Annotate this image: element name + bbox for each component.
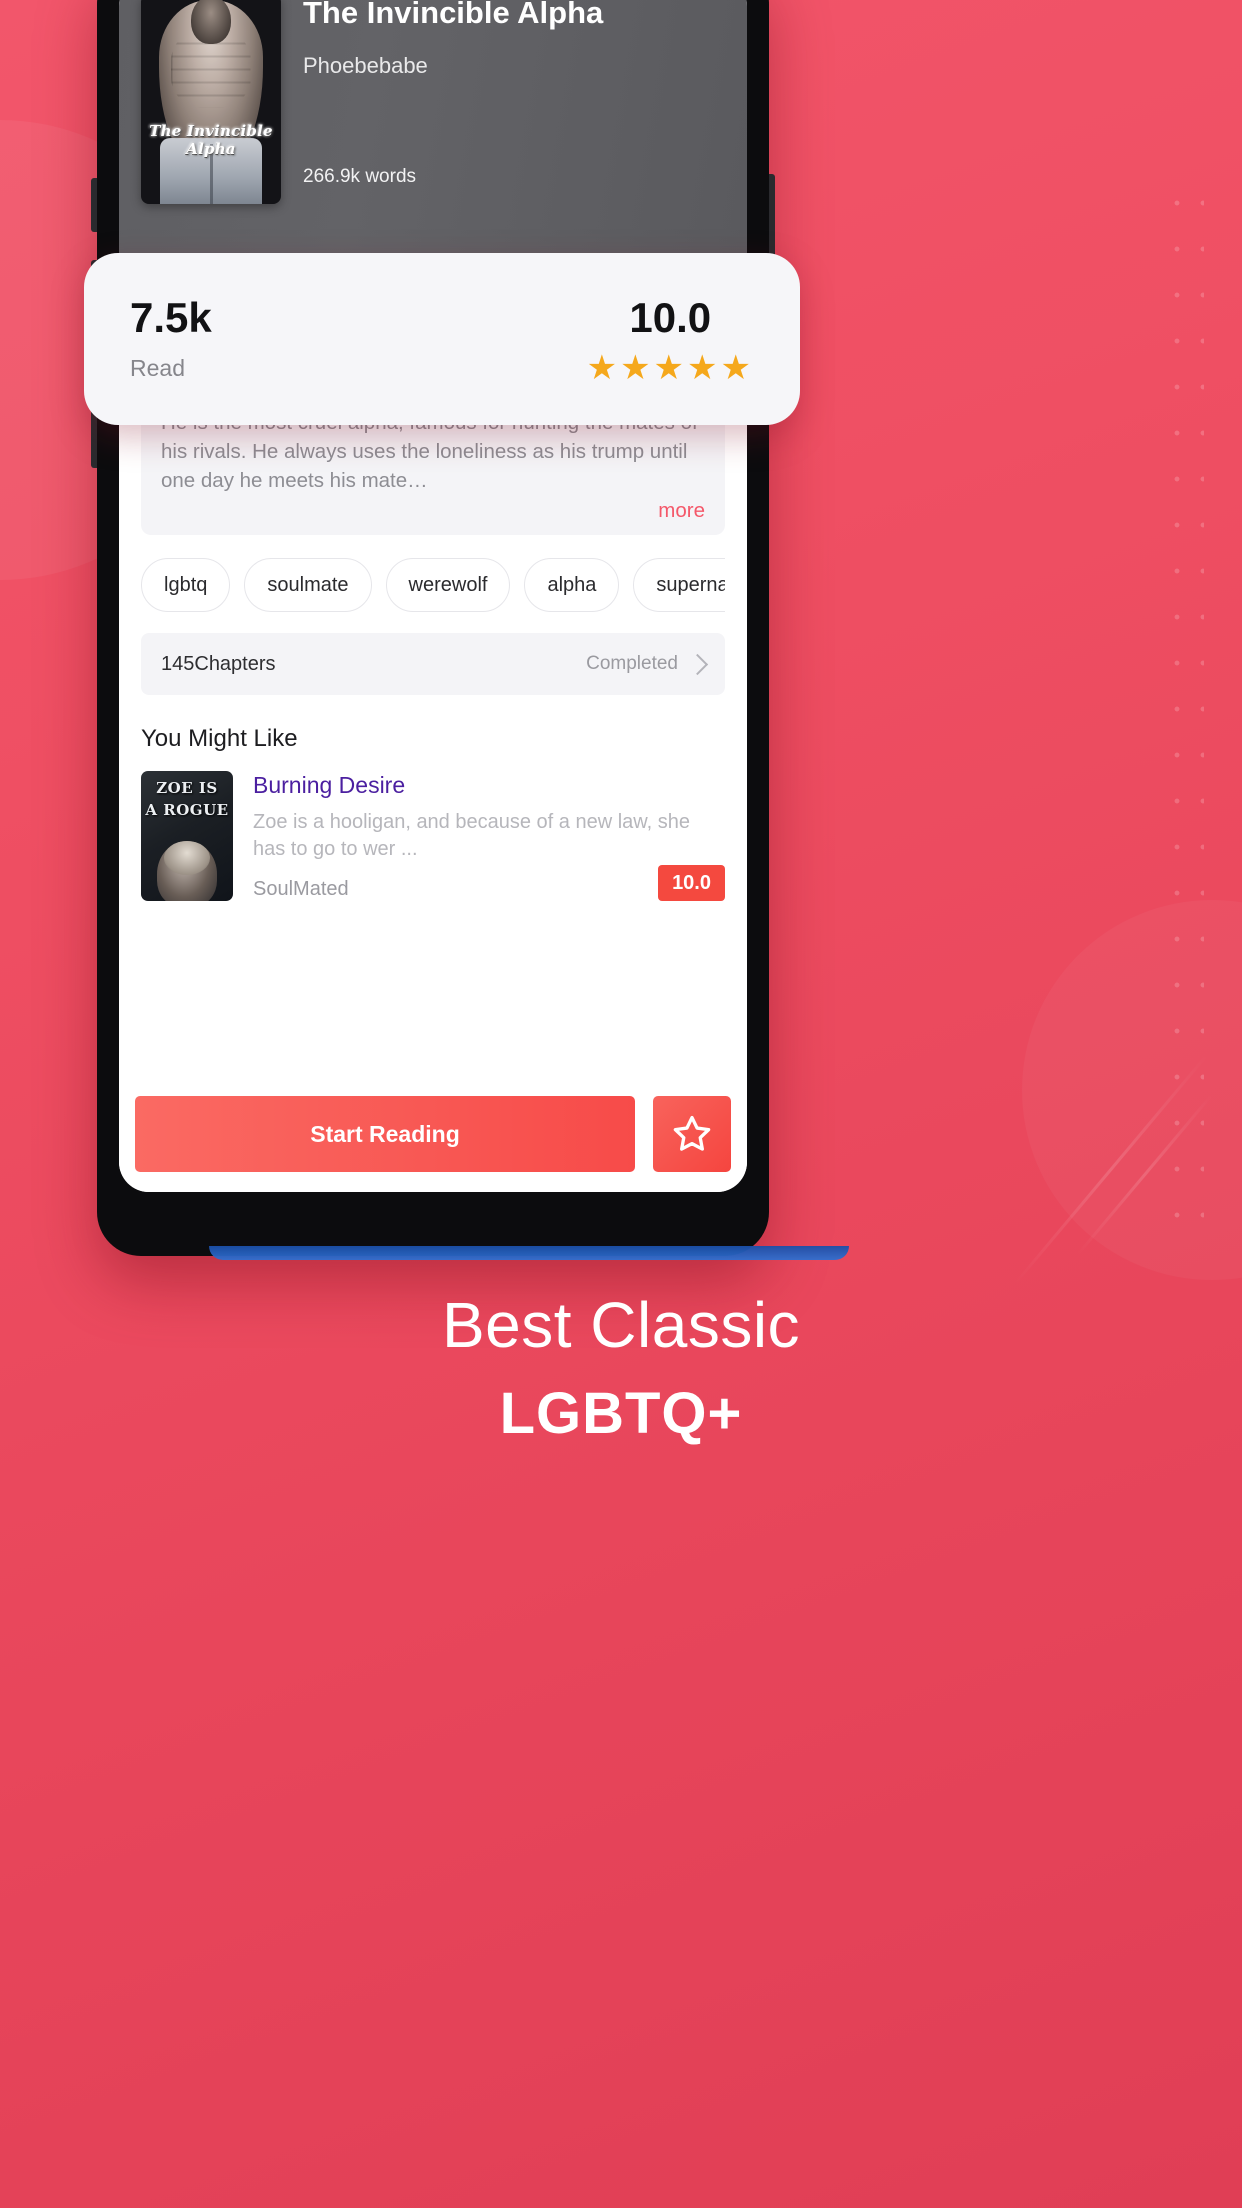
chapters-row[interactable]: 145Chapters Completed	[141, 633, 725, 696]
book-hero-header: The Invincible Alpha The Invincible Alph…	[119, 0, 747, 266]
recommendations-heading: You Might Like	[141, 725, 298, 753]
phone-mockup: The Invincible Alpha The Invincible Alph…	[91, 0, 849, 1260]
book-tag-list: lgbtq soulmate werewolf alpha supernatu	[141, 557, 725, 613]
phone-bottom-edge	[209, 1246, 849, 1260]
background-dot-pattern	[1164, 180, 1204, 1240]
tag-chip[interactable]: soulmate	[244, 558, 372, 613]
star-rating-icons[interactable]: ★★★★★	[587, 351, 754, 385]
tag-chip[interactable]: supernatu	[633, 558, 725, 613]
recommendation-title[interactable]: Burning Desire	[253, 772, 725, 799]
rec-cover-hair	[164, 841, 210, 876]
read-stat: 7.5k Read	[130, 297, 212, 382]
background-streak-1	[1012, 1054, 1209, 1286]
cover-art-title: The Invincible Alpha	[149, 122, 273, 158]
background-streak-2	[1075, 1093, 1214, 1257]
bottom-action-bar: Start Reading	[119, 1088, 747, 1192]
recommendation-item[interactable]: ZOE IS A ROGUE Burning Desire Zoe is a h…	[141, 771, 725, 902]
start-reading-button[interactable]: Start Reading	[135, 1096, 635, 1172]
caption-line-2: LGBTQ+	[499, 1381, 743, 1447]
add-to-favorites-button[interactable]	[653, 1096, 731, 1172]
recommendation-category: SoulMated	[253, 878, 349, 901]
chapters-count: 145Chapters	[161, 652, 276, 675]
chevron-right-icon	[686, 653, 709, 675]
app-screen: The Invincible Alpha The Invincible Alph…	[119, 0, 747, 1192]
tag-chip[interactable]: alpha	[524, 558, 620, 613]
caption-line-1: Best Classic	[441, 1289, 801, 1361]
read-count-label: Read	[130, 355, 185, 381]
rec-cover-line1: ZOE IS	[156, 779, 218, 798]
phone-button-silent	[91, 178, 97, 232]
star-outline-icon	[673, 1115, 711, 1151]
promo-caption: Best Classic LGBTQ+	[0, 1290, 1242, 1447]
promo-screenshot: The Invincible Alpha The Invincible Alph…	[0, 0, 1242, 2208]
book-cover-image[interactable]: The Invincible Alpha	[141, 0, 281, 204]
book-word-count: 266.9k words	[303, 166, 417, 187]
cover-art-head	[191, 0, 231, 44]
book-detail-content: He is the most cruel alpha, famous for h…	[119, 390, 747, 902]
tag-chip[interactable]: werewolf	[385, 558, 511, 613]
tag-chip[interactable]: lgbtq	[141, 558, 231, 613]
recommendation-score-badge: 10.0	[658, 865, 725, 902]
chapters-status: Completed	[586, 653, 678, 675]
rec-cover-line2: A ROGUE	[145, 801, 229, 820]
recommendation-description: Zoe is a hooligan, and because of a new …	[253, 811, 690, 861]
stats-highlight-card: 7.5k Read 10.0 ★★★★★	[84, 253, 800, 425]
book-title: The Invincible Alpha	[303, 0, 604, 30]
rating-stat: 10.0 ★★★★★	[587, 294, 754, 386]
background-blob-right	[1022, 900, 1242, 1280]
book-author[interactable]: Phoebebabe	[303, 53, 725, 79]
rating-score-value: 10.0	[629, 294, 712, 341]
recommendation-cover-image[interactable]: ZOE IS A ROGUE	[141, 771, 233, 902]
read-count-value: 7.5k	[130, 294, 212, 341]
description-more-link[interactable]: more	[161, 499, 705, 525]
